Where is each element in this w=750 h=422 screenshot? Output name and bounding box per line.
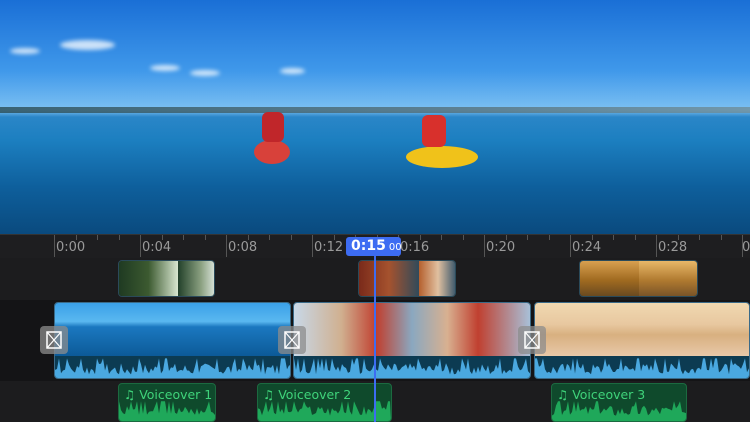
transition-button[interactable]	[518, 326, 546, 354]
ruler-minor-tick	[677, 235, 679, 240]
voiceover-clip[interactable]: ♫ Voiceover 1	[118, 383, 216, 422]
waveform-shape	[258, 401, 391, 421]
transition-button[interactable]	[278, 326, 306, 354]
voiceover-waveform	[258, 401, 391, 421]
ruler-minor-tick	[290, 235, 292, 240]
broll-clip-sunset[interactable]	[579, 260, 698, 297]
waveform-shape	[535, 358, 749, 378]
ruler-tick	[140, 235, 141, 257]
kayak-right	[406, 146, 478, 168]
ruler-minor-tick	[204, 235, 206, 240]
kayak-left	[254, 140, 290, 164]
playhead[interactable]	[374, 255, 376, 422]
ruler-minor-tick	[269, 235, 270, 240]
ruler-minor-tick	[333, 235, 335, 240]
ruler-minor-tick	[441, 235, 442, 240]
main-clip-kayaks[interactable]	[54, 302, 291, 379]
ruler-label: 0:16	[400, 240, 430, 255]
waveform	[55, 356, 290, 378]
ruler-minor-tick	[97, 235, 98, 240]
ruler-label: 0:04	[142, 240, 172, 255]
waveform-shape	[119, 401, 215, 421]
ruler-label: 0:08	[228, 240, 258, 255]
ruler-label: 0:28	[658, 240, 688, 255]
voiceover-waveform	[552, 401, 686, 421]
transition-icon	[524, 331, 540, 349]
ruler-label: 0:24	[572, 240, 602, 255]
ruler-minor-tick	[548, 235, 550, 240]
waveform	[294, 356, 530, 378]
waveform	[535, 356, 749, 378]
ruler-minor-tick	[527, 235, 528, 240]
ruler-tick	[484, 235, 485, 257]
ruler-minor-tick	[699, 235, 700, 240]
voiceover-clip[interactable]: ♫ Voiceover 3	[551, 383, 687, 422]
timecode-time: 0:15	[351, 238, 386, 254]
ruler-minor-tick	[75, 235, 77, 240]
transition-icon	[284, 331, 300, 349]
ruler-minor-tick	[462, 235, 464, 240]
ruler-minor-tick	[161, 235, 163, 240]
ruler-minor-tick	[183, 235, 184, 240]
ruler-tick	[312, 235, 313, 257]
ruler-minor-tick	[720, 235, 722, 240]
ruler-tick	[226, 235, 227, 257]
ruler-label: 0:00	[56, 240, 86, 255]
transition-button[interactable]	[40, 326, 68, 354]
ruler-minor-tick	[247, 235, 249, 240]
ruler-label: 0:12	[314, 240, 344, 255]
ruler-minor-tick	[419, 235, 421, 240]
broll-clip-forest[interactable]	[118, 260, 215, 297]
ruler-tick	[54, 235, 55, 257]
ruler-tick	[570, 235, 571, 257]
main-clip-sunset[interactable]	[534, 302, 750, 379]
waveform-shape	[552, 401, 686, 421]
ruler-tick	[656, 235, 657, 257]
voiceover-clip[interactable]: ♫ Voiceover 2	[257, 383, 392, 422]
main-clip-selfie[interactable]	[293, 302, 531, 379]
broll-clip-dog[interactable]	[358, 260, 456, 297]
ruler-label: 0:20	[486, 240, 516, 255]
waveform-shape	[55, 358, 290, 378]
waveform-shape	[294, 358, 530, 378]
transition-icon	[46, 331, 62, 349]
ruler-minor-tick	[118, 235, 120, 240]
ruler-minor-tick	[591, 235, 593, 240]
ruler-minor-tick	[634, 235, 636, 240]
ruler-label: 0	[742, 240, 750, 255]
voiceover-waveform	[119, 401, 215, 421]
ruler-minor-tick	[505, 235, 507, 240]
ruler-minor-tick	[613, 235, 614, 240]
timecode-frames: 00	[388, 242, 402, 253]
playhead-timecode[interactable]: 0:15 00	[346, 237, 402, 256]
video-preview	[0, 0, 750, 234]
